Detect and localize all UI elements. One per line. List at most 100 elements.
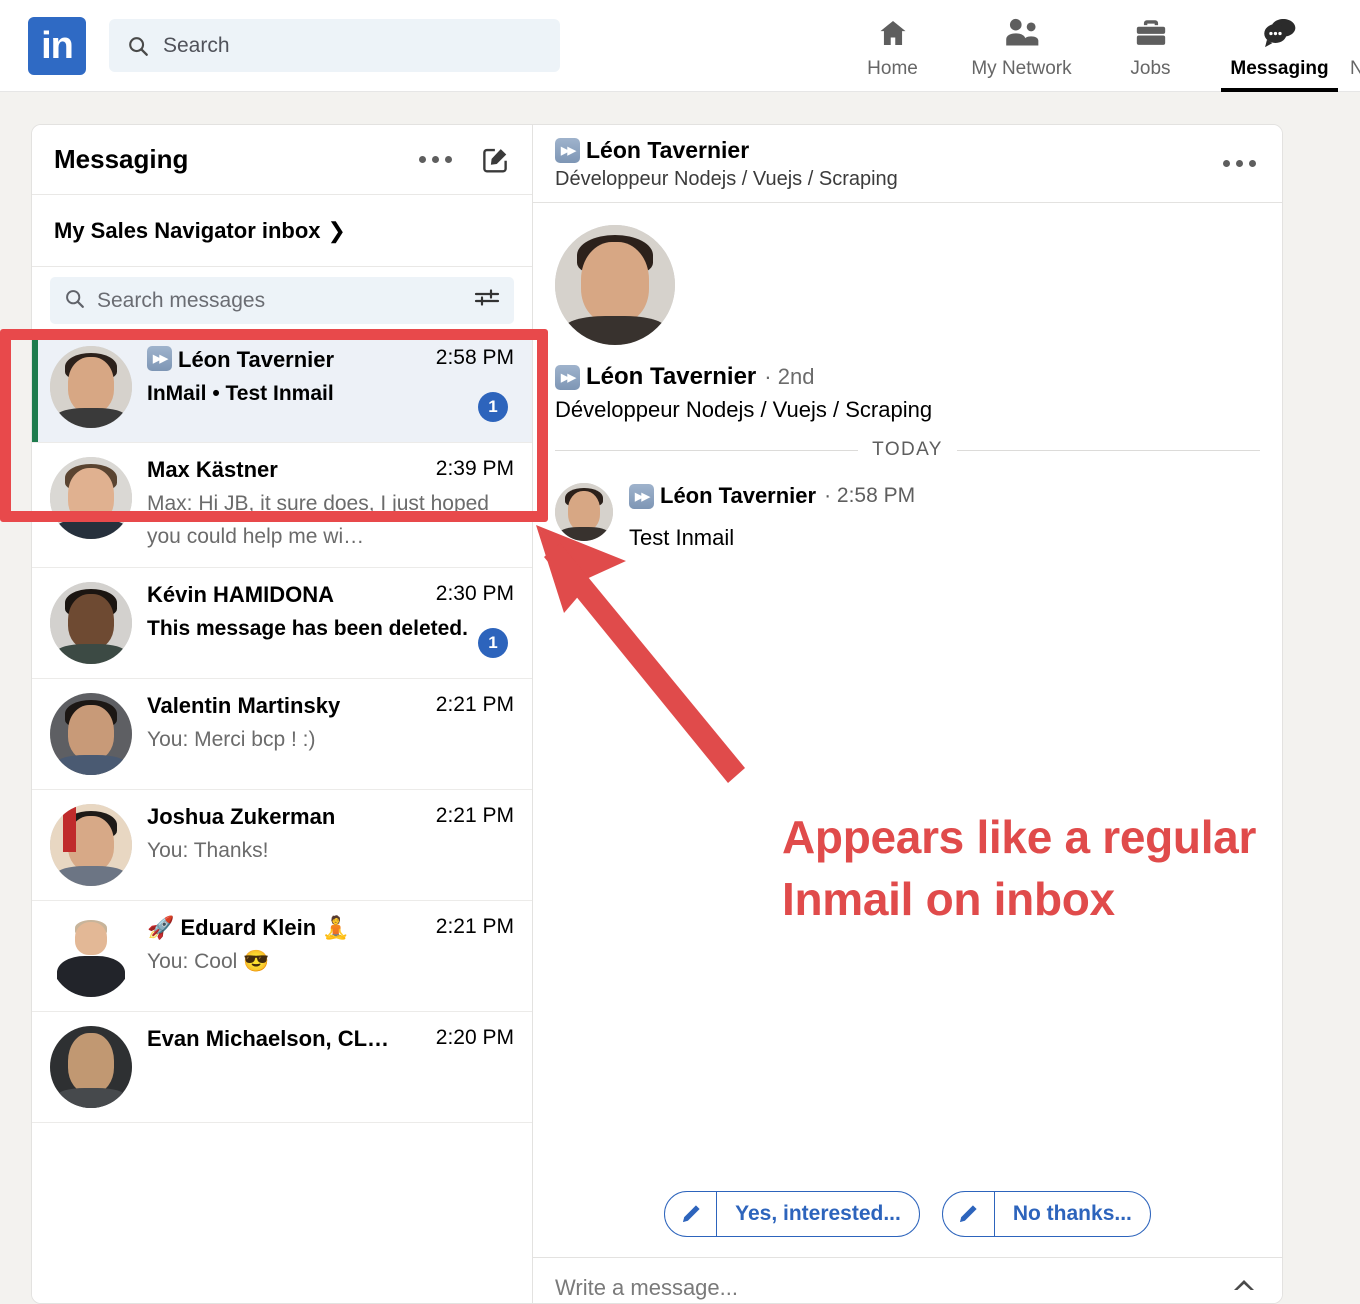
conversation-list[interactable]: Léon Tavernier 2:58 PM InMail • Test Inm… bbox=[32, 332, 532, 1303]
profile-name[interactable]: Léon Tavernier · 2nd bbox=[555, 363, 1282, 391]
compose-icon[interactable] bbox=[480, 145, 510, 175]
message-text: Test Inmail bbox=[629, 525, 915, 551]
nav-items: Home My Network Jobs Messaging bbox=[828, 0, 1360, 92]
network-icon bbox=[1004, 14, 1040, 52]
nav-item-messaging[interactable]: Messaging bbox=[1215, 0, 1344, 92]
conversation-time: 2:21 PM bbox=[436, 915, 514, 939]
conversation-item-leon-tavernier[interactable]: Léon Tavernier 2:58 PM InMail • Test Inm… bbox=[32, 332, 532, 443]
conversation-body: Léon Tavernier 2:58 PM InMail • Test Inm… bbox=[147, 346, 514, 428]
conversation-name: Max Kästner bbox=[147, 457, 428, 483]
inmail-fastforward-icon bbox=[147, 346, 172, 371]
thread-header-headline: Développeur Nodejs / Vuejs / Scraping bbox=[555, 168, 1223, 191]
quick-reply-yes-interested[interactable]: Yes, interested... bbox=[664, 1191, 920, 1237]
avatar bbox=[50, 804, 132, 886]
inmail-fastforward-icon bbox=[555, 138, 580, 163]
global-navbar: in Search Home My Network bbox=[0, 0, 1360, 92]
conversation-name: Léon Tavernier bbox=[147, 346, 428, 373]
nav-label-home: Home bbox=[867, 58, 918, 80]
global-search-placeholder: Search bbox=[163, 34, 230, 58]
conversation-thread-pane: Léon Tavernier Développeur Nodejs / Vuej… bbox=[533, 125, 1282, 1303]
conversation-body: Max Kästner 2:39 PM Max: Hi JB, it sure … bbox=[147, 457, 514, 553]
conversation-snippet: You: Merci bcp ! :) bbox=[147, 724, 514, 757]
search-messages-input[interactable]: Search messages bbox=[50, 277, 514, 324]
quick-reply-no-thanks[interactable]: No thanks... bbox=[942, 1191, 1151, 1237]
conversation-item-kevin-hamidona[interactable]: Kévin HAMIDONA 2:30 PM This message has … bbox=[32, 568, 532, 679]
profile-avatar[interactable] bbox=[555, 225, 675, 345]
conversation-body: Joshua Zukerman 2:21 PM You: Thanks! bbox=[147, 804, 514, 886]
message-item: Léon Tavernier · 2:58 PM Test Inmail bbox=[533, 461, 1282, 551]
connection-degree: · 2nd bbox=[764, 364, 814, 390]
global-search-box[interactable]: Search bbox=[109, 19, 560, 72]
nav-label-my-network: My Network bbox=[971, 58, 1071, 80]
search-messages-placeholder: Search messages bbox=[97, 289, 474, 313]
nav-label-notifications: Not bbox=[1350, 58, 1360, 80]
conversation-name: Evan Michaelson, CL… bbox=[147, 1026, 428, 1052]
avatar bbox=[50, 457, 132, 539]
divider-line-left bbox=[555, 450, 858, 451]
conversation-item-evan-michaelson[interactable]: Evan Michaelson, CL… 2:20 PM bbox=[32, 1012, 532, 1123]
conversation-snippet: This message has been deleted. bbox=[147, 613, 514, 646]
annotation-text: Appears like a regular Inmail on inbox bbox=[782, 806, 1262, 930]
conversation-name: Valentin Martinsky bbox=[147, 693, 428, 719]
conversation-body: Valentin Martinsky 2:21 PM You: Merci bc… bbox=[147, 693, 514, 775]
day-divider: TODAY bbox=[533, 439, 1260, 461]
sales-navigator-inbox-link[interactable]: My Sales Navigator inbox ❯ bbox=[32, 195, 532, 267]
message-avatar[interactable] bbox=[555, 483, 613, 541]
pencil-icon bbox=[665, 1192, 717, 1236]
conversation-body: Kévin HAMIDONA 2:30 PM This message has … bbox=[147, 582, 514, 664]
conversation-item-valentin-martinsky[interactable]: Valentin Martinsky 2:21 PM You: Merci bc… bbox=[32, 679, 532, 790]
home-icon bbox=[876, 14, 910, 52]
conversation-snippet: You: Thanks! bbox=[147, 835, 514, 868]
search-icon bbox=[64, 288, 85, 314]
chevron-up-icon[interactable] bbox=[1232, 1277, 1256, 1298]
conversation-time: 2:21 PM bbox=[436, 693, 514, 717]
message-sender: Léon Tavernier · 2:58 PM bbox=[629, 483, 915, 509]
message-compose-bar[interactable]: Write a message... bbox=[533, 1257, 1282, 1303]
filter-icon[interactable] bbox=[474, 288, 500, 313]
profile-headline: Développeur Nodejs / Vuejs / Scraping bbox=[555, 397, 1282, 423]
conversation-time: 2:30 PM bbox=[436, 582, 514, 606]
conversation-item-joshua-zukerman[interactable]: Joshua Zukerman 2:21 PM You: Thanks! bbox=[32, 790, 532, 901]
search-icon bbox=[127, 35, 149, 57]
nav-item-my-network[interactable]: My Network bbox=[957, 0, 1086, 92]
quick-reply-label: Yes, interested... bbox=[717, 1202, 919, 1226]
conversation-time: 2:20 PM bbox=[436, 1026, 514, 1050]
conversation-body: 🚀 Eduard Klein 🧘 2:21 PM You: Cool 😎 bbox=[147, 915, 514, 997]
avatar bbox=[50, 915, 132, 997]
thread-header-text: Léon Tavernier Développeur Nodejs / Vuej… bbox=[555, 137, 1223, 191]
unread-badge: 1 bbox=[478, 392, 508, 422]
compose-placeholder: Write a message... bbox=[555, 1275, 1232, 1301]
conversation-item-eduard-klein[interactable]: 🚀 Eduard Klein 🧘 2:21 PM You: Cool 😎 bbox=[32, 901, 532, 1012]
conversation-name: Kévin HAMIDONA bbox=[147, 582, 428, 608]
linkedin-logo[interactable]: in bbox=[28, 17, 86, 75]
conversation-snippet: InMail • Test Inmail bbox=[147, 378, 514, 411]
page-root: in Search Home My Network bbox=[0, 0, 1360, 1304]
thread-more-options-icon[interactable] bbox=[1223, 160, 1256, 167]
quick-reply-row: Yes, interested... No thanks... bbox=[533, 1191, 1282, 1257]
conversation-time: 2:58 PM bbox=[436, 346, 514, 370]
more-options-icon[interactable] bbox=[419, 156, 452, 163]
avatar bbox=[50, 582, 132, 664]
nav-item-jobs[interactable]: Jobs bbox=[1086, 0, 1215, 92]
unread-badge: 1 bbox=[478, 628, 508, 658]
pencil-icon bbox=[943, 1192, 995, 1236]
conversation-time: 2:21 PM bbox=[436, 804, 514, 828]
avatar bbox=[50, 693, 132, 775]
inmail-fastforward-icon bbox=[555, 365, 580, 390]
conversation-list-pane: Messaging My Sales Navigator inbox ❯ Sea… bbox=[32, 125, 533, 1303]
nav-item-home[interactable]: Home bbox=[828, 0, 957, 92]
message-content: Léon Tavernier · 2:58 PM Test Inmail bbox=[629, 483, 915, 551]
nav-label-messaging: Messaging bbox=[1230, 58, 1328, 80]
thread-header: Léon Tavernier Développeur Nodejs / Vuej… bbox=[533, 125, 1282, 203]
message-time: · 2:58 PM bbox=[824, 484, 915, 508]
messaging-icon bbox=[1262, 14, 1298, 52]
inmail-fastforward-icon bbox=[629, 484, 654, 509]
briefcase-icon bbox=[1134, 14, 1168, 52]
messaging-header: Messaging bbox=[32, 125, 532, 195]
conversation-name: 🚀 Eduard Klein 🧘 bbox=[147, 915, 428, 941]
nav-item-notifications[interactable]: Not bbox=[1344, 0, 1360, 92]
conversation-body: Evan Michaelson, CL… 2:20 PM bbox=[147, 1026, 514, 1108]
avatar bbox=[50, 1026, 132, 1108]
conversation-item-max-kastner[interactable]: Max Kästner 2:39 PM Max: Hi JB, it sure … bbox=[32, 443, 532, 568]
conversation-snippet: Max: Hi JB, it sure does, I just hoped y… bbox=[147, 488, 514, 553]
